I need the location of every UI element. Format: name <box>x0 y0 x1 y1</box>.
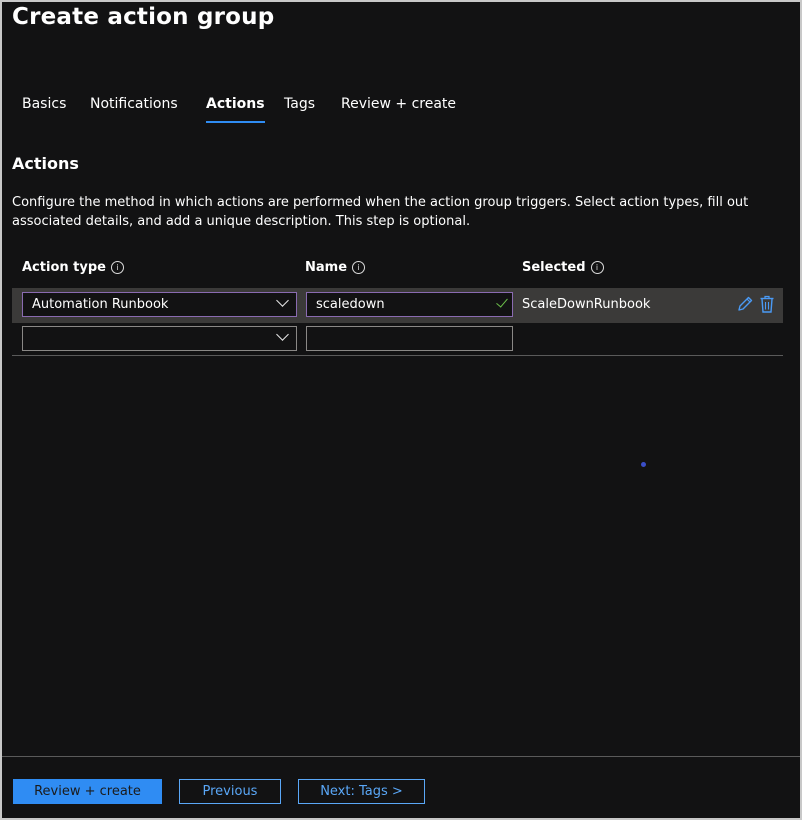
chevron-down-icon <box>276 294 289 307</box>
section-description: Configure the method in which actions ar… <box>12 195 749 229</box>
info-icon[interactable]: i <box>352 261 366 274</box>
tab-tags[interactable]: Tags <box>284 96 315 112</box>
section-title: Actions <box>12 154 79 173</box>
tab-basics[interactable]: Basics <box>22 96 66 112</box>
footer-divider <box>2 756 800 757</box>
chevron-down-icon <box>276 328 289 341</box>
edit-icon[interactable] <box>736 295 754 317</box>
action-type-value: Automation Runbook <box>32 297 169 312</box>
column-header-name: Name i <box>305 260 366 275</box>
selected-value: ScaleDownRunbook <box>522 297 651 312</box>
action-type-dropdown[interactable]: Automation Runbook <box>22 292 297 317</box>
info-icon[interactable]: i <box>590 261 604 274</box>
action-type-dropdown[interactable] <box>22 326 297 351</box>
column-header-selected: Selected i <box>522 260 604 275</box>
column-header-action-type-label: Action type <box>22 260 106 275</box>
info-icon[interactable]: i <box>110 261 124 274</box>
checkmark-icon <box>496 295 508 308</box>
action-name-input[interactable] <box>306 326 513 351</box>
delete-icon[interactable] <box>759 295 775 317</box>
column-header-action-type: Action type i <box>22 260 124 275</box>
tab-actions[interactable]: Actions <box>206 96 265 123</box>
tab-notifications[interactable]: Notifications <box>90 96 178 112</box>
page-title: Create action group <box>12 4 275 30</box>
tab-review-create[interactable]: Review + create <box>341 96 456 112</box>
create-action-group-blade: Create action group Basics Notifications… <box>0 0 802 820</box>
action-name-input[interactable]: scaledown <box>306 292 513 317</box>
action-name-value: scaledown <box>316 297 385 312</box>
row-divider <box>12 355 783 356</box>
tab-list: Basics Notifications Actions Tags Review… <box>2 96 800 126</box>
column-header-selected-label: Selected <box>522 260 586 275</box>
column-header-name-label: Name <box>305 260 348 275</box>
review-create-button[interactable]: Review + create <box>13 779 162 804</box>
cursor-dot <box>641 462 646 467</box>
previous-button[interactable]: Previous <box>179 779 281 804</box>
next-tags-button[interactable]: Next: Tags > <box>298 779 425 804</box>
